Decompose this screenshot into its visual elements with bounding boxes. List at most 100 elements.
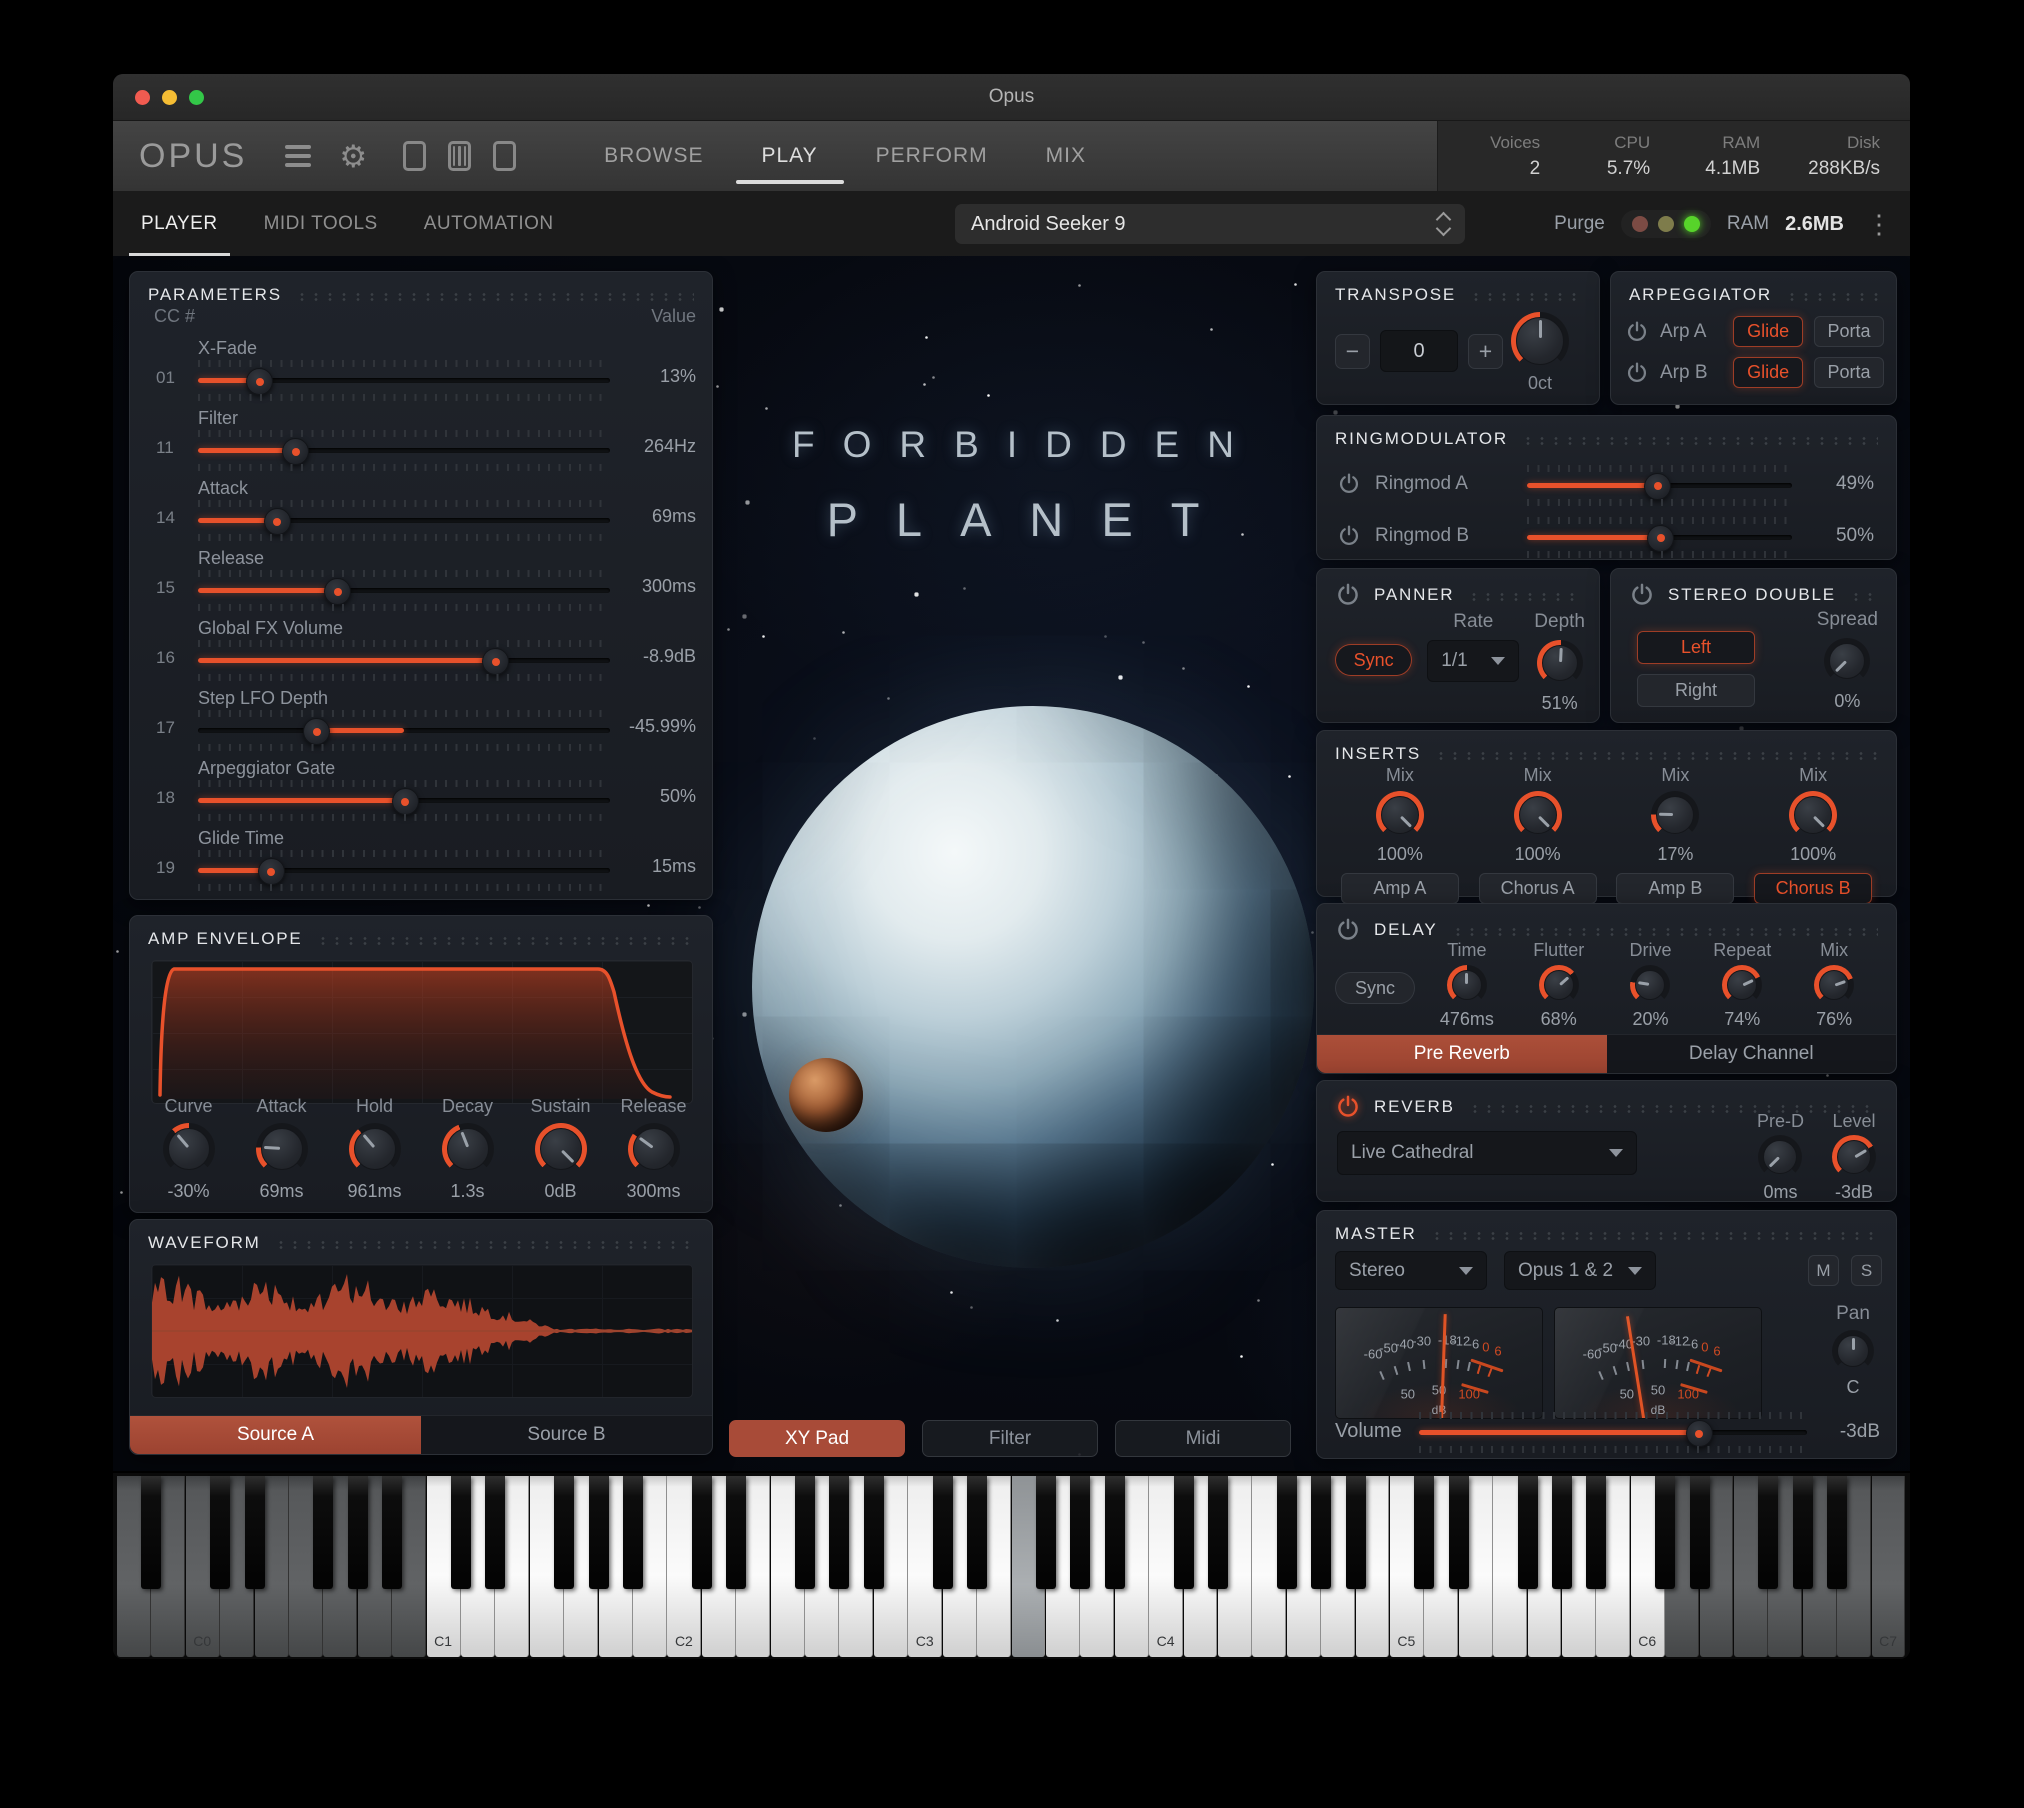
- transpose-minus-button[interactable]: −: [1335, 333, 1370, 369]
- power-icon[interactable]: [1335, 582, 1361, 608]
- tab-filter[interactable]: Filter: [922, 1420, 1098, 1457]
- power-icon[interactable]: [1337, 472, 1361, 496]
- slider-handle[interactable]: [324, 578, 352, 605]
- piano-key-black[interactable]: [554, 1476, 575, 1589]
- env-hold-knob[interactable]: [348, 1123, 401, 1175]
- piano-key-black[interactable]: [691, 1476, 712, 1589]
- piano-key-black[interactable]: [588, 1476, 609, 1589]
- delay-drive-knob[interactable]: [1630, 965, 1671, 1005]
- slider-handle[interactable]: [303, 718, 331, 745]
- piano-key-black[interactable]: [863, 1476, 884, 1589]
- env-attack-knob[interactable]: [255, 1123, 308, 1175]
- ringmod-b-slider[interactable]: [1527, 516, 1792, 558]
- slider-handle[interactable]: [391, 788, 419, 815]
- delay-mix-knob[interactable]: [1814, 965, 1855, 1005]
- power-icon[interactable]: [1337, 524, 1361, 548]
- arp-a-glide-button[interactable]: Glide: [1733, 316, 1804, 347]
- delay-time-knob[interactable]: [1446, 965, 1487, 1005]
- insert-2-mix-knob[interactable]: [1513, 791, 1562, 839]
- env-release-knob[interactable]: [627, 1123, 680, 1175]
- piano-key-black[interactable]: [1758, 1476, 1779, 1589]
- piano-key-black[interactable]: [1311, 1476, 1332, 1589]
- channel-dropdown[interactable]: Stereo: [1335, 1251, 1487, 1290]
- tab-play[interactable]: PLAY: [735, 123, 844, 189]
- slider-handle[interactable]: [246, 368, 274, 395]
- piano-key-white[interactable]: C7: [1871, 1476, 1906, 1657]
- piano-key-black[interactable]: [1276, 1476, 1297, 1589]
- tab-xy-pad[interactable]: XY Pad: [729, 1420, 905, 1457]
- global-fx-volume-slider[interactable]: [198, 640, 610, 681]
- piano-key-black[interactable]: [1414, 1476, 1435, 1589]
- arp-b-porta-button[interactable]: Porta: [1814, 357, 1884, 388]
- piano-key-black[interactable]: [1207, 1476, 1228, 1589]
- arp-b-glide-button[interactable]: Glide: [1733, 357, 1804, 388]
- output-dropdown[interactable]: Opus 1 & 2: [1504, 1251, 1656, 1290]
- piano-key-black[interactable]: [1689, 1476, 1710, 1589]
- piano-key-black[interactable]: [382, 1476, 403, 1589]
- chorus-a-button[interactable]: Chorus A: [1478, 873, 1597, 904]
- mute-button[interactable]: M: [1808, 1255, 1839, 1286]
- slider-handle[interactable]: [1685, 1420, 1713, 1447]
- amp-a-button[interactable]: Amp A: [1340, 873, 1459, 904]
- piano-keyboard[interactable]: C0 C1 C2 C3 C4 C5 C6 C7: [113, 1471, 1910, 1659]
- piano-key-black[interactable]: [1551, 1476, 1572, 1589]
- gear-icon[interactable]: ⚙: [339, 141, 367, 172]
- insert-3-mix-knob[interactable]: [1651, 791, 1700, 839]
- insert-1-mix-knob[interactable]: [1375, 791, 1424, 839]
- piano-key-black[interactable]: [1448, 1476, 1469, 1589]
- tab-pre-reverb[interactable]: Pre Reverb: [1317, 1035, 1607, 1073]
- release-slider[interactable]: [198, 570, 610, 611]
- tab-source-a[interactable]: Source A: [130, 1416, 421, 1454]
- env-decay-knob[interactable]: [441, 1123, 494, 1175]
- piano-key-black[interactable]: [726, 1476, 747, 1589]
- piano-key-black[interactable]: [1792, 1476, 1813, 1589]
- tab-midi[interactable]: Midi: [1115, 1420, 1291, 1457]
- slider-handle[interactable]: [282, 438, 310, 465]
- piano-key-black[interactable]: [623, 1476, 644, 1589]
- browser-panel-icon[interactable]: [403, 141, 427, 171]
- mixer-panel-icon[interactable]: [493, 141, 517, 171]
- piano-key-black[interactable]: [1070, 1476, 1091, 1589]
- piano-key-black[interactable]: [967, 1476, 988, 1589]
- step-lfo-depth-slider[interactable]: [198, 710, 610, 751]
- piano-key-black[interactable]: [1104, 1476, 1125, 1589]
- piano-key-black[interactable]: [141, 1476, 162, 1589]
- piano-key-black[interactable]: [829, 1476, 850, 1589]
- piano-key-black[interactable]: [1827, 1476, 1848, 1589]
- piano-key-black[interactable]: [244, 1476, 265, 1589]
- envelope-graph[interactable]: [151, 960, 693, 1104]
- preset-stepper-icon[interactable]: [1435, 211, 1452, 237]
- env-sustain-knob[interactable]: [534, 1123, 587, 1175]
- slider-handle[interactable]: [482, 648, 510, 675]
- attack-slider[interactable]: [198, 500, 610, 541]
- amp-b-button[interactable]: Amp B: [1616, 873, 1735, 904]
- piano-key-black[interactable]: [1173, 1476, 1194, 1589]
- keyboard-panel-icon[interactable]: [448, 141, 472, 171]
- tab-perform[interactable]: PERFORM: [876, 123, 988, 189]
- menu-icon[interactable]: [285, 145, 312, 167]
- power-icon[interactable]: [1335, 1094, 1361, 1120]
- right-button[interactable]: Right: [1637, 674, 1755, 707]
- slider-handle[interactable]: [1647, 524, 1674, 552]
- piano-key-black[interactable]: [451, 1476, 472, 1589]
- depth-knob[interactable]: [1536, 640, 1583, 686]
- master-volume-slider[interactable]: [1418, 1412, 1808, 1453]
- piano-key-black[interactable]: [210, 1476, 231, 1589]
- tab-midi-tools[interactable]: MIDI TOOLS: [264, 191, 378, 257]
- delay-sync-button[interactable]: Sync: [1335, 972, 1415, 1004]
- left-button[interactable]: Left: [1637, 631, 1755, 664]
- tab-automation[interactable]: AUTOMATION: [424, 191, 554, 257]
- piano-key-black[interactable]: [485, 1476, 506, 1589]
- insert-4-mix-knob[interactable]: [1789, 791, 1838, 839]
- spread-knob[interactable]: [1824, 638, 1871, 684]
- slider-handle[interactable]: [1644, 472, 1672, 500]
- delay-repeat-knob[interactable]: [1722, 965, 1763, 1005]
- piano-key-black[interactable]: [1517, 1476, 1538, 1589]
- chorus-b-button[interactable]: Chorus B: [1754, 873, 1873, 904]
- xfade-slider[interactable]: [198, 360, 610, 401]
- piano-key-black[interactable]: [1655, 1476, 1676, 1589]
- slider-handle[interactable]: [263, 508, 291, 535]
- power-icon[interactable]: [1625, 361, 1649, 385]
- reverb-preset-dropdown[interactable]: Live Cathedral: [1337, 1131, 1637, 1175]
- delay-flutter-knob[interactable]: [1538, 965, 1579, 1005]
